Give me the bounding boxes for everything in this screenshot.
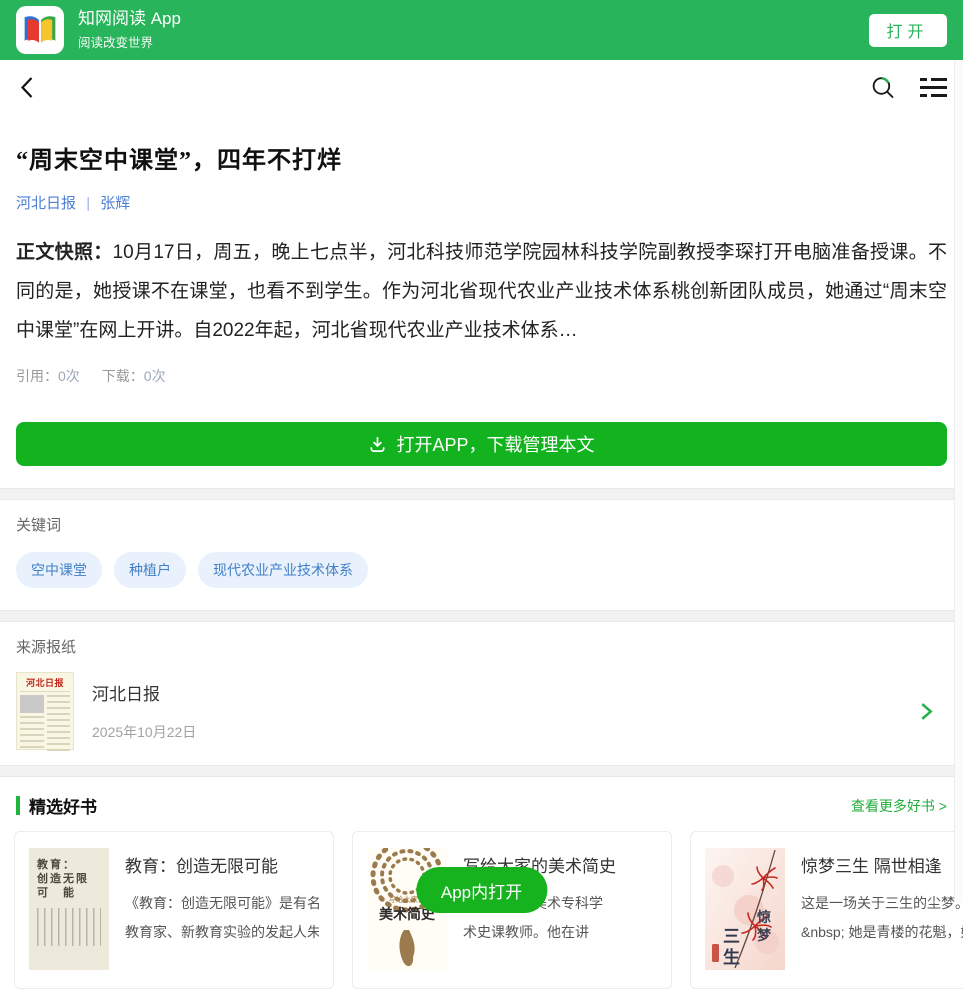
more-books-link[interactable]: 查看更多好书 >: [851, 796, 947, 816]
cite-count: 0次: [58, 368, 80, 384]
section-divider: [0, 610, 963, 622]
book-desc: 这是一场关于三生的尘梦。: [801, 889, 963, 918]
download-icon: [368, 435, 387, 454]
snapshot-text: 10月17日，周五，晚上七点半，河北科技师范学院园林科技学院副教授李琛打开电脑准…: [16, 242, 947, 341]
open-book-icon: [22, 14, 58, 46]
book-desc: 术史课教师。他在讲: [463, 918, 657, 947]
cover-text: 教育：: [37, 858, 101, 872]
book-cover: 惊 梦 三 生: [705, 848, 785, 970]
book-card[interactable]: 惊 梦 三 生 惊梦三生 隔世相逢 这是一场关于三生的尘梦。 &nbsp; 她是…: [690, 831, 963, 989]
article-source-link[interactable]: 河北日报: [16, 195, 76, 212]
newspaper-thumbnail: 河北日报: [16, 672, 74, 750]
keyword-tag[interactable]: 现代农业产业技术体系: [198, 552, 368, 588]
snapshot-label: 正文快照：: [16, 242, 113, 263]
cover-text: 可 能: [37, 886, 101, 900]
app-banner: 知网阅读 App 阅读改变世界 打开: [0, 0, 963, 60]
section-divider: [0, 488, 963, 500]
book-desc: 《教育：创造无限可能》是有名: [125, 889, 319, 918]
book-desc: &nbsp; 她是青楼的花魁，她是: [801, 918, 963, 947]
book-desc: 教育家、新教育实验的发起人朱: [125, 918, 319, 947]
source-paper-label: 来源报纸: [16, 636, 947, 657]
keyword-tag[interactable]: 种植户: [114, 552, 186, 588]
newspaper-date: 2025年10月22日: [92, 722, 196, 742]
keywords-section: 关键词 空中课堂 种植户 现代农业产业技术体系: [0, 500, 963, 610]
cover-text: 惊: [756, 909, 771, 926]
cover-text: 梦: [757, 927, 772, 944]
book-card[interactable]: 教育： 创造无限 可 能 教育：创造无限可能 《教育：创造无限可能》是有名 教育…: [14, 831, 334, 989]
article-byline: 河北日报 | 张辉: [16, 192, 947, 213]
download-count: 0次: [144, 368, 166, 384]
open-app-button[interactable]: 打开: [869, 14, 947, 47]
back-icon[interactable]: [16, 75, 38, 100]
article-author-link[interactable]: 张辉: [100, 195, 130, 212]
open-app-download-button[interactable]: 打开APP，下载管理本文: [16, 422, 947, 466]
article-snapshot: 正文快照：10月17日，周五，晚上七点半，河北科技师范学院园林科技学院副教授李琛…: [16, 233, 947, 350]
book-title: 教育：创造无限可能: [125, 852, 319, 877]
thumb-image-placeholder: [20, 695, 44, 713]
keyword-tag[interactable]: 空中课堂: [16, 552, 102, 588]
download-label: 下载：: [102, 368, 144, 384]
search-icon[interactable]: [870, 74, 896, 100]
app-title: 知网阅读 App: [78, 9, 181, 28]
keywords-label: 关键词: [16, 514, 947, 535]
article-title: “周末空中课堂”，四年不打烊: [16, 140, 947, 175]
nav-bar: [0, 60, 963, 114]
section-divider: [0, 765, 963, 777]
catalog-list-icon[interactable]: [920, 78, 947, 97]
newspaper-thumb-masthead: 河北日报: [20, 676, 70, 692]
chevron-right-icon[interactable]: [920, 702, 933, 721]
scrollbar-track[interactable]: [954, 60, 963, 903]
section-accent-bar: [16, 796, 20, 815]
app-logo: [16, 6, 64, 54]
source-paper-section: 来源报纸 河北日报 河北日报 2025年10月22日: [0, 622, 963, 765]
newspaper-name: 河北日报: [92, 680, 196, 705]
app-subtitle: 阅读改变世界: [78, 32, 181, 51]
article-stats: 引用：0次 下载：0次: [16, 366, 947, 386]
cover-text: 三: [723, 927, 740, 946]
book-title: 惊梦三生 隔世相逢: [801, 852, 963, 877]
source-paper-row[interactable]: 河北日报 河北日报 2025年10月22日: [16, 672, 947, 750]
cover-text: 生: [723, 947, 740, 967]
open-app-download-label: 打开APP，下载管理本文: [396, 431, 594, 457]
article-section: “周末空中课堂”，四年不打烊 河北日报 | 张辉 正文快照：10月17日，周五，…: [0, 140, 963, 488]
cover-text: 创造无限: [37, 872, 101, 886]
cite-label: 引用：: [16, 368, 58, 384]
open-in-app-floating-button[interactable]: App内打开: [416, 867, 547, 913]
featured-books-title: 精选好书: [29, 793, 97, 818]
byline-separator: |: [86, 195, 90, 212]
featured-books-header: 精选好书 查看更多好书 >: [0, 777, 963, 831]
book-cover: 教育： 创造无限 可 能: [29, 848, 109, 970]
